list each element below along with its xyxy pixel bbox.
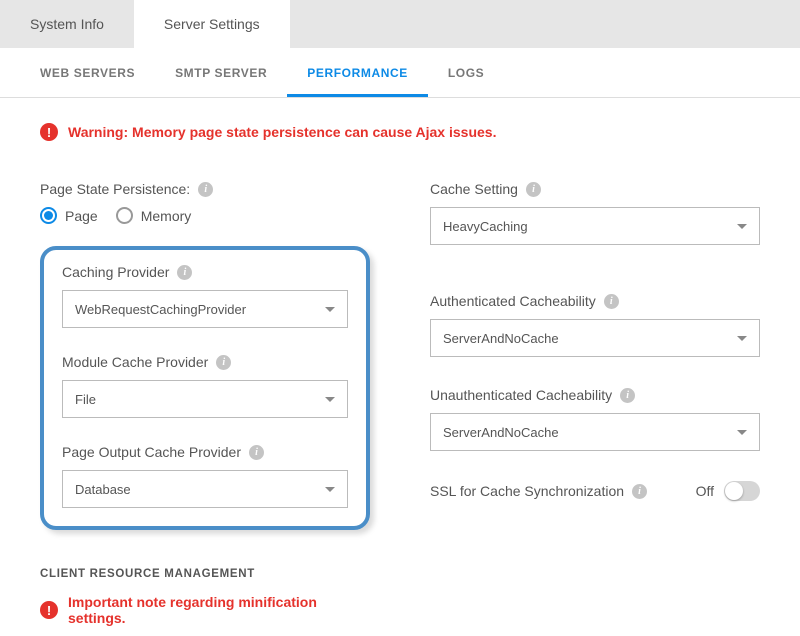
chevron-down-icon xyxy=(325,487,335,492)
content-area: ! Warning: Memory page state persistence… xyxy=(0,98,800,626)
subtab-performance[interactable]: PERFORMANCE xyxy=(287,50,428,97)
module-cache-provider-select[interactable]: File xyxy=(62,380,348,418)
module-cache-provider-label: Module Cache Provider xyxy=(62,354,208,370)
authenticated-cacheability-select[interactable]: ServerAndNoCache xyxy=(430,319,760,357)
page-state-persistence-label: Page State Persistence: xyxy=(40,181,190,197)
info-icon[interactable]: i xyxy=(526,182,541,197)
minification-note-row: ! Important note regarding minification … xyxy=(40,594,370,626)
authenticated-cacheability-value: ServerAndNoCache xyxy=(443,331,559,346)
cache-setting-block: Cache Setting i HeavyCaching xyxy=(430,181,760,245)
authenticated-cacheability-block: Authenticated Cacheability i ServerAndNo… xyxy=(430,293,760,357)
ssl-sync-label: SSL for Cache Synchronization xyxy=(430,483,624,499)
caching-provider-value: WebRequestCachingProvider xyxy=(75,302,246,317)
caching-provider-select[interactable]: WebRequestCachingProvider xyxy=(62,290,348,328)
radio-page[interactable]: Page xyxy=(40,207,98,224)
radio-page-label: Page xyxy=(65,208,98,224)
toggle-thumb-icon xyxy=(725,482,743,500)
page-output-cache-provider-select[interactable]: Database xyxy=(62,470,348,508)
sub-tabs: WEB SERVERS SMTP SERVER PERFORMANCE LOGS xyxy=(0,48,800,98)
warning-banner: ! Warning: Memory page state persistence… xyxy=(40,123,760,141)
radio-memory[interactable]: Memory xyxy=(116,207,192,224)
highlighted-caching-group: Caching Provider i WebRequestCachingProv… xyxy=(40,246,370,530)
cache-setting-label: Cache Setting xyxy=(430,181,518,197)
ssl-sync-row: SSL for Cache Synchronization i Off xyxy=(430,481,760,501)
warning-text: Warning: Memory page state persistence c… xyxy=(68,124,496,140)
ssl-sync-state: Off xyxy=(696,483,714,499)
page-state-persistence-label-row: Page State Persistence: i xyxy=(40,181,370,197)
right-column: Cache Setting i HeavyCaching Authenticat… xyxy=(430,181,760,626)
info-icon[interactable]: i xyxy=(198,182,213,197)
module-cache-provider-block: Module Cache Provider i File xyxy=(62,354,348,418)
info-icon[interactable]: i xyxy=(620,388,635,403)
tab-server-settings[interactable]: Server Settings xyxy=(134,0,290,48)
cache-setting-value: HeavyCaching xyxy=(443,219,528,234)
subtab-web-servers[interactable]: WEB SERVERS xyxy=(20,50,155,97)
unauthenticated-cacheability-block: Unauthenticated Cacheability i ServerAnd… xyxy=(430,387,760,451)
info-icon[interactable]: i xyxy=(216,355,231,370)
page-output-cache-provider-value: Database xyxy=(75,482,131,497)
caching-provider-label: Caching Provider xyxy=(62,264,169,280)
warning-icon: ! xyxy=(40,601,58,619)
tab-system-info[interactable]: System Info xyxy=(0,0,134,48)
unauthenticated-cacheability-value: ServerAndNoCache xyxy=(443,425,559,440)
left-column: Page State Persistence: i Page Memory Ca… xyxy=(40,181,370,626)
info-icon[interactable]: i xyxy=(249,445,264,460)
chevron-down-icon xyxy=(325,307,335,312)
unauthenticated-cacheability-label: Unauthenticated Cacheability xyxy=(430,387,612,403)
main-tabs: System Info Server Settings xyxy=(0,0,800,48)
radio-circle-selected-icon xyxy=(40,207,57,224)
caching-provider-block: Caching Provider i WebRequestCachingProv… xyxy=(62,264,348,328)
info-icon[interactable]: i xyxy=(604,294,619,309)
page-output-cache-provider-label: Page Output Cache Provider xyxy=(62,444,241,460)
page-state-persistence-radios: Page Memory xyxy=(40,207,370,224)
warning-icon: ! xyxy=(40,123,58,141)
radio-circle-icon xyxy=(116,207,133,224)
chevron-down-icon xyxy=(737,224,747,229)
subtab-smtp-server[interactable]: SMTP SERVER xyxy=(155,50,287,97)
subtab-logs[interactable]: LOGS xyxy=(428,50,504,97)
cache-setting-select[interactable]: HeavyCaching xyxy=(430,207,760,245)
radio-memory-label: Memory xyxy=(141,208,192,224)
info-icon[interactable]: i xyxy=(632,484,647,499)
unauthenticated-cacheability-select[interactable]: ServerAndNoCache xyxy=(430,413,760,451)
ssl-sync-toggle[interactable] xyxy=(724,481,760,501)
module-cache-provider-value: File xyxy=(75,392,96,407)
chevron-down-icon xyxy=(737,430,747,435)
client-resource-management-heading: CLIENT RESOURCE MANAGEMENT xyxy=(40,568,370,580)
authenticated-cacheability-label: Authenticated Cacheability xyxy=(430,293,596,309)
minification-note-text: Important note regarding minification se… xyxy=(68,594,370,626)
chevron-down-icon xyxy=(325,397,335,402)
info-icon[interactable]: i xyxy=(177,265,192,280)
chevron-down-icon xyxy=(737,336,747,341)
page-output-cache-provider-block: Page Output Cache Provider i Database xyxy=(62,444,348,508)
